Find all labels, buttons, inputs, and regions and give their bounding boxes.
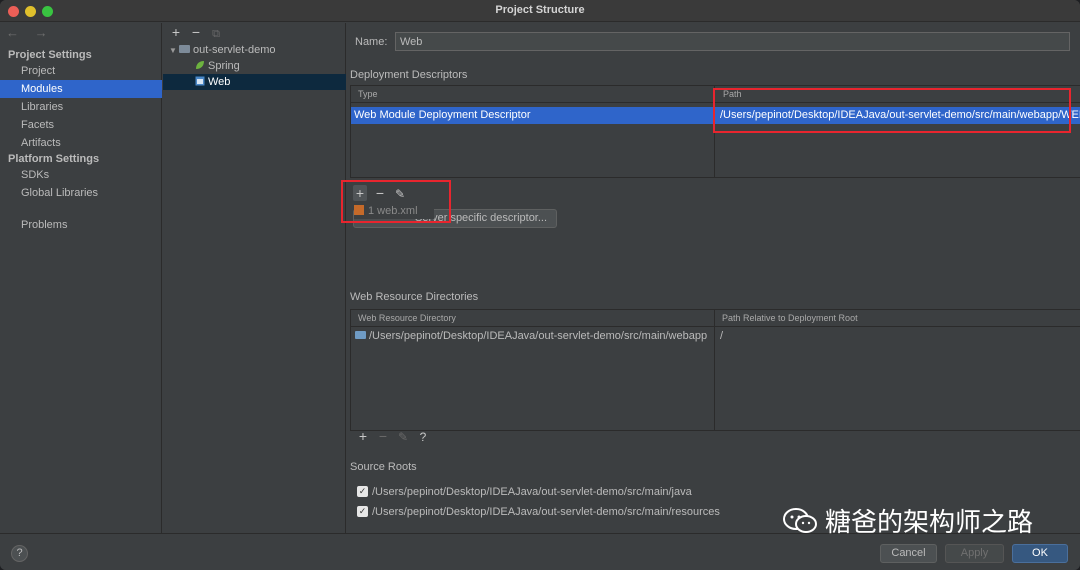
relative-path-cell: / bbox=[720, 330, 724, 342]
title-bar: Project Structure bbox=[0, 0, 1080, 22]
source-roots-title: Source Roots bbox=[350, 461, 417, 473]
edit-descriptor-button[interactable]: ✎ bbox=[393, 187, 407, 201]
server-button-label: Server specific descriptor... bbox=[414, 212, 548, 224]
apply-button[interactable]: Apply bbox=[945, 544, 1004, 563]
remove-module-button[interactable]: − bbox=[189, 24, 203, 40]
sidebar-item-global-libraries[interactable]: Global Libraries bbox=[0, 184, 162, 202]
tree-node-module[interactable]: ▼ out-servlet-demo bbox=[163, 42, 346, 58]
tree-toolbar: + − ⧉ bbox=[169, 24, 229, 40]
source-root-path: /Users/pepinot/Desktop/IDEAJava/out-serv… bbox=[372, 486, 692, 498]
window-title: Project Structure bbox=[495, 4, 585, 16]
descriptor-type-cell: Web Module Deployment Descriptor bbox=[354, 109, 531, 121]
sidebar-item-artifacts[interactable]: Artifacts bbox=[0, 134, 162, 152]
web-resource-directories-title: Web Resource Directories bbox=[350, 291, 479, 303]
table-row[interactable]: /Users/pepinot/Desktop/IDEAJava/out-serv… bbox=[351, 328, 1080, 345]
platform-settings-header: Platform Settings bbox=[8, 153, 100, 165]
watermark-text: 糖爸的架构师之路 bbox=[825, 508, 1034, 538]
table-header: Web Resource Directory Path Relative to … bbox=[351, 310, 1080, 327]
ok-button[interactable]: OK bbox=[1012, 544, 1068, 563]
column-header-type[interactable]: Type bbox=[358, 89, 378, 99]
source-root-checkbox[interactable]: ✓ bbox=[357, 485, 368, 497]
project-structure-window: Project Structure ← → Project Settings P… bbox=[0, 0, 1080, 570]
sidebar-item-sdks[interactable]: SDKs bbox=[0, 166, 162, 184]
name-label: Name: bbox=[355, 36, 388, 48]
module-folder-icon bbox=[179, 45, 190, 54]
cancel-button[interactable]: Cancel bbox=[880, 544, 937, 563]
module-tree-panel: + − ⧉ ▼ out-servlet-demo Spring Web bbox=[163, 23, 346, 533]
tree-node-label: out-servlet-demo bbox=[193, 44, 276, 56]
spring-leaf-icon bbox=[196, 61, 204, 70]
web-facet-settings: Name: Deployment Descriptors Type Path W… bbox=[341, 23, 1080, 533]
remove-descriptor-button[interactable]: − bbox=[373, 185, 387, 201]
sidebar-item-problems[interactable]: Problems bbox=[0, 216, 162, 234]
tree-node-spring[interactable]: Spring bbox=[163, 58, 346, 74]
tree-node-label: Spring bbox=[208, 60, 240, 72]
add-descriptor-button[interactable]: + bbox=[353, 185, 367, 201]
deployment-descriptors-table: Type Path Web Module Deployment Descript… bbox=[350, 85, 1080, 178]
remove-resource-button[interactable]: − bbox=[376, 428, 390, 444]
copy-module-button[interactable]: ⧉ bbox=[209, 28, 223, 41]
column-separator bbox=[714, 86, 715, 177]
project-settings-header: Project Settings bbox=[8, 49, 92, 61]
descriptor-toolbar: + − ✎ bbox=[353, 185, 413, 201]
source-root-path: /Users/pepinot/Desktop/IDEAJava/out-serv… bbox=[372, 506, 720, 518]
web-facet-icon bbox=[195, 76, 205, 86]
tree-node-label: Web bbox=[208, 76, 231, 88]
column-header-directory[interactable]: Web Resource Directory bbox=[358, 313, 456, 323]
settings-sidebar: ← → Project Settings Project Modules Lib… bbox=[0, 23, 162, 533]
source-root-item[interactable]: ✓ /Users/pepinot/Desktop/IDEAJava/out-ser… bbox=[357, 485, 692, 498]
sidebar-item-modules[interactable]: Modules bbox=[0, 80, 162, 98]
xml-file-icon bbox=[354, 205, 364, 216]
sidebar-item-libraries[interactable]: Libraries bbox=[0, 98, 162, 116]
source-root-checkbox[interactable]: ✓ bbox=[357, 505, 368, 517]
web-resource-table: Web Resource Directory Path Relative to … bbox=[350, 309, 1080, 431]
add-descriptor-popup[interactable]: 1 web.xml bbox=[354, 203, 434, 219]
web-resource-toolbar: + − ✎? bbox=[356, 428, 436, 444]
sidebar-item-project[interactable]: Project bbox=[0, 62, 162, 80]
source-root-item[interactable]: ✓ /Users/pepinot/Desktop/IDEAJava/out-ser… bbox=[357, 505, 720, 518]
descriptor-path-cell: /Users/pepinot/Desktop/IDEAJava/out-serv… bbox=[720, 109, 1080, 121]
table-row[interactable]: Web Module Deployment Descriptor /Users/… bbox=[351, 107, 1080, 124]
resource-directory-path: /Users/pepinot/Desktop/IDEAJava/out-serv… bbox=[369, 330, 708, 342]
tree-node-web[interactable]: Web bbox=[163, 74, 346, 90]
back-forward-arrows[interactable]: ← → bbox=[6, 25, 54, 40]
deployment-descriptors-title: Deployment Descriptors bbox=[350, 69, 468, 81]
table-header: Type Path bbox=[351, 86, 1080, 103]
resource-directory-cell: /Users/pepinot/Desktop/IDEAJava/out-serv… bbox=[355, 328, 710, 345]
name-input[interactable] bbox=[395, 32, 1070, 51]
wechat-icon bbox=[783, 507, 817, 533]
help-resource-button[interactable]: ? bbox=[416, 430, 430, 444]
add-resource-button[interactable]: + bbox=[356, 428, 370, 444]
column-header-path[interactable]: Path bbox=[723, 89, 742, 99]
watermark: 糖爸的架构师之路 bbox=[783, 502, 1033, 539]
help-button[interactable]: ? bbox=[11, 545, 28, 562]
sidebar-item-facets[interactable]: Facets bbox=[0, 116, 162, 134]
chevron-down-icon[interactable]: ▼ bbox=[169, 43, 179, 59]
web-folder-icon bbox=[355, 331, 366, 340]
add-module-button[interactable]: + bbox=[169, 24, 183, 40]
column-header-relative-path[interactable]: Path Relative to Deployment Root bbox=[722, 313, 858, 323]
edit-resource-button[interactable]: ✎ bbox=[396, 430, 410, 444]
popup-item-web-xml[interactable]: 1 web.xml bbox=[368, 205, 418, 217]
